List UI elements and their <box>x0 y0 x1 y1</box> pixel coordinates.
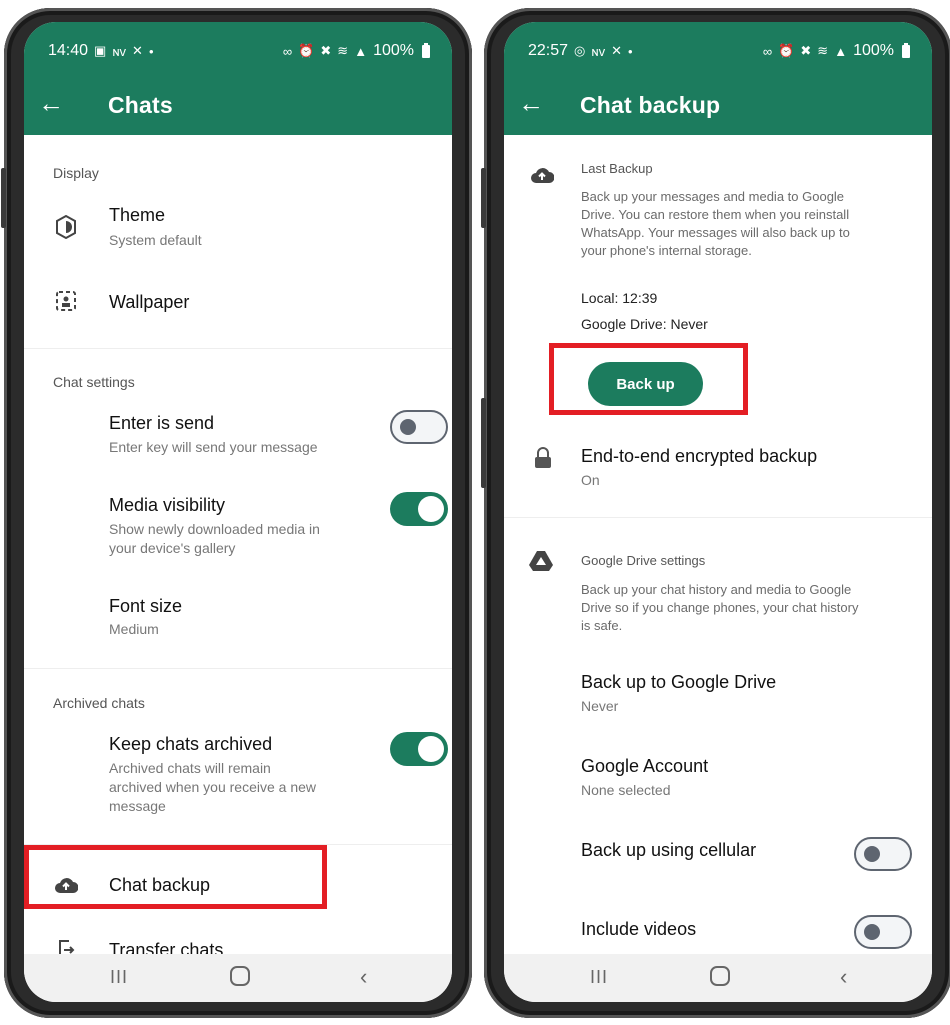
nav-back-icon[interactable]: ‹ <box>840 964 847 990</box>
phone-left: 14:40 ▣ ɴᴠ ✕ • ∞ ⏰ ✖ ≋ ▲ 100% ← Chats Di… <box>1 8 472 1018</box>
keep-archived-subtitle-1: Archived chats will remain <box>109 760 271 776</box>
battery-percent: 100% <box>373 42 414 59</box>
arrow-back-icon[interactable]: ← <box>518 88 544 119</box>
section-display: Display <box>53 165 99 181</box>
divider <box>24 668 452 669</box>
theme-icon <box>56 215 76 239</box>
include-videos-toggle[interactable] <box>854 915 912 949</box>
wifi-icon: ≋ <box>817 43 829 58</box>
keep-archived-toggle[interactable] <box>390 732 448 766</box>
drive-settings-desc-3: is safe. <box>581 618 623 633</box>
section-archived: Archived chats <box>53 695 145 711</box>
nav-bar: III ‹ <box>24 954 452 1002</box>
dot-icon: • <box>627 43 633 59</box>
phone-right: 22:57 ◎ ɴᴠ ✕ • ∞ ⏰ ✖ ≋ ▲ 100% ← Chat bac… <box>481 8 950 1018</box>
home-icon[interactable] <box>710 966 730 986</box>
google-account-title: Google Account <box>581 756 709 776</box>
e2e-backup-title: End-to-end encrypted backup <box>581 446 818 466</box>
keep-archived-title: Keep chats archived <box>109 734 273 754</box>
back-up-cellular-toggle[interactable] <box>854 837 912 871</box>
media-visibility-title: Media visibility <box>109 495 226 515</box>
highlight-back-up-button <box>549 343 748 415</box>
nv-icon: ɴᴠ <box>112 43 127 59</box>
divider <box>504 517 932 518</box>
app-bar: 22:57 ◎ ɴᴠ ✕ • ∞ ⏰ ✖ ≋ ▲ 100% ← Chat bac… <box>504 22 932 135</box>
keep-archived-subtitle-2: archived when you receive a new <box>109 779 317 795</box>
nav-back-icon[interactable]: ‹ <box>360 964 367 990</box>
nv-icon: ɴᴠ <box>591 43 606 59</box>
drive-settings-desc-1: Back up your chat history and media to G… <box>581 582 852 597</box>
alarm-icon: ⏰ <box>298 43 315 58</box>
cloud-upload-icon <box>531 168 554 183</box>
gallery-icon: ▣ <box>94 43 107 58</box>
home-icon[interactable] <box>230 966 250 986</box>
font-size-title: Font size <box>109 596 183 616</box>
last-backup-desc-2: Drive. You can restore them when you rei… <box>581 207 850 222</box>
dot-icon: • <box>148 43 154 59</box>
enter-send-toggle[interactable] <box>390 410 448 444</box>
last-backup-header: Last Backup <box>581 161 653 176</box>
font-size-subtitle: Medium <box>109 621 159 637</box>
theme-title: Theme <box>109 205 166 225</box>
wallpaper-icon <box>56 291 76 311</box>
app-bar: 14:40 ▣ ɴᴠ ✕ • ∞ ⏰ ✖ ≋ ▲ 100% ← Chats <box>24 22 452 135</box>
page-title: Chats <box>108 92 173 118</box>
page-title: Chat backup <box>580 92 721 118</box>
signal-icon: ▲ <box>834 43 848 59</box>
status-bar: 14:40 ▣ ɴᴠ ✕ • ∞ ⏰ ✖ ≋ ▲ 100% <box>48 40 430 62</box>
link-icon: ∞ <box>282 43 293 59</box>
arrow-back-icon[interactable]: ← <box>38 88 64 119</box>
recents-icon[interactable]: III <box>110 967 128 988</box>
include-videos-title: Include videos <box>581 919 697 939</box>
alarm-icon: ⏰ <box>778 43 795 58</box>
drive-settings-desc-2: Drive so if you change phones, your chat… <box>581 600 859 615</box>
lock-icon <box>535 447 551 468</box>
last-backup-desc-3: WhatsApp. Your messages will also back u… <box>581 225 850 240</box>
media-visibility-subtitle-1: Show newly downloaded media in <box>109 521 320 537</box>
back-up-to-drive-title: Back up to Google Drive <box>581 672 777 692</box>
status-time: 22:57 <box>528 42 569 59</box>
back-up-cellular-title: Back up using cellular <box>581 840 757 860</box>
theme-subtitle: System default <box>109 232 202 248</box>
last-backup-desc-1: Back up your messages and media to Googl… <box>581 189 845 204</box>
mute-icon: ✖ <box>800 43 812 58</box>
battery-icon <box>422 42 430 58</box>
nav-bar: III ‹ <box>504 954 932 1002</box>
back-up-to-drive-subtitle: Never <box>581 698 619 714</box>
battery-percent: 100% <box>853 42 894 59</box>
local-backup-value: Local: 12:39 <box>581 290 658 306</box>
media-visibility-subtitle-2: your device's gallery <box>109 540 236 556</box>
mute-icon: ✖ <box>320 43 332 58</box>
google-drive-icon <box>529 551 553 571</box>
wallpaper-title: Wallpaper <box>109 292 190 312</box>
enter-send-title: Enter is send <box>109 413 215 433</box>
link-icon: ∞ <box>762 43 773 59</box>
recents-icon[interactable]: III <box>590 967 608 988</box>
e2e-backup-subtitle: On <box>581 472 600 488</box>
enter-send-subtitle: Enter key will send your message <box>109 439 318 455</box>
divider <box>24 348 452 349</box>
wifi-icon: ≋ <box>337 43 349 58</box>
keep-archived-subtitle-3: message <box>109 798 166 814</box>
drive-settings-header: Google Drive settings <box>581 553 706 568</box>
whatsapp-icon: ◎ <box>574 43 586 58</box>
last-backup-desc-4: your phone's internal storage. <box>581 243 752 258</box>
shuffle-icon: ✕ <box>132 43 143 58</box>
status-time: 14:40 <box>48 42 89 59</box>
google-account-subtitle: None selected <box>581 782 671 798</box>
status-bar: 22:57 ◎ ɴᴠ ✕ • ∞ ⏰ ✖ ≋ ▲ 100% <box>528 40 910 62</box>
battery-icon <box>902 42 910 58</box>
drive-backup-value: Google Drive: Never <box>581 316 708 332</box>
shuffle-icon: ✕ <box>611 43 622 58</box>
media-visibility-toggle[interactable] <box>390 492 448 526</box>
chat-backup-screen: 22:57 ◎ ɴᴠ ✕ • ∞ ⏰ ✖ ≋ ▲ 100% ← Chat bac… <box>504 22 932 1002</box>
section-chat-settings: Chat settings <box>53 374 135 390</box>
signal-icon: ▲ <box>354 43 368 59</box>
highlight-chat-backup <box>24 845 327 909</box>
